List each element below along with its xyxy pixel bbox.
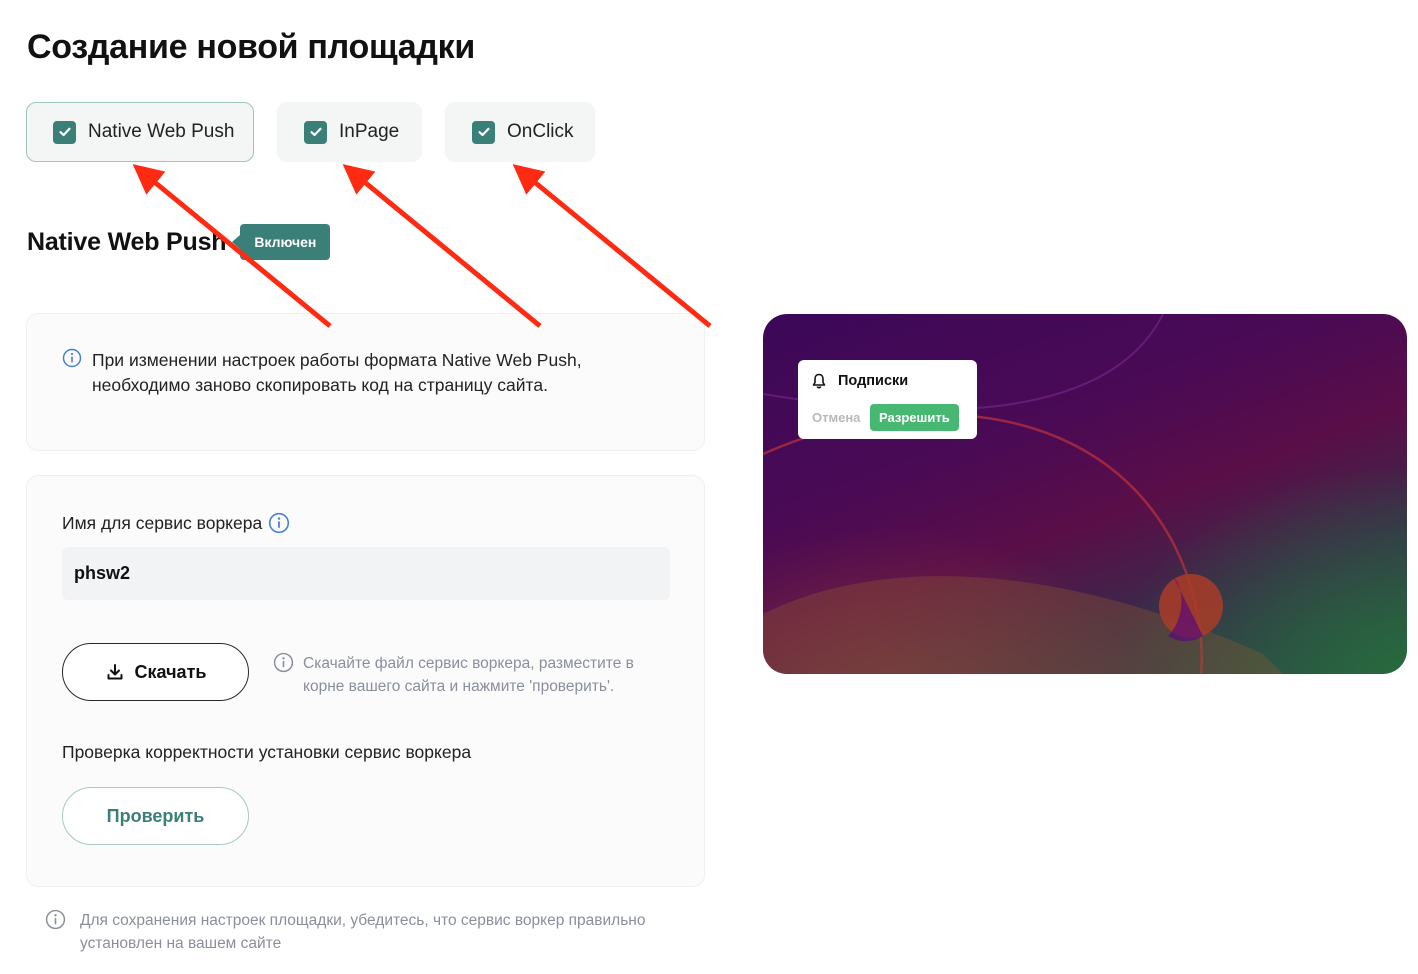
push-subscribe-popup: Подписки Отмена Разрешить	[798, 360, 977, 439]
annotation-arrow	[342, 164, 542, 328]
check-label: Проверка корректности установки сервис в…	[62, 742, 472, 762]
notice: При изменении настроек работы формата Na…	[62, 348, 652, 398]
section-title: Native Web Push	[27, 227, 227, 256]
bell-icon	[812, 373, 826, 389]
download-icon	[107, 664, 123, 680]
service-worker-name-label: Имя для сервис воркера	[62, 512, 290, 534]
format-tab-label: Native Web Push	[88, 121, 235, 142]
format-tab-label: InPage	[339, 121, 400, 142]
footer-note: Для сохранения настроек площадки, убедит…	[45, 909, 700, 955]
download-button-label: Скачать	[134, 661, 207, 682]
checkbox-checked-icon[interactable]	[472, 120, 495, 144]
footer-note-text: Для сохранения настроек площадки, убедит…	[80, 912, 646, 952]
info-icon	[45, 909, 66, 955]
download-hint-text: Скачайте файл сервис воркера, разместите…	[303, 655, 634, 695]
status-badge: Включен	[232, 224, 331, 260]
info-icon	[273, 652, 294, 698]
push-allow-button[interactable]: Разрешить	[870, 404, 959, 431]
notice-card: При изменении настроек работы формата Na…	[26, 313, 705, 451]
checkbox-checked-icon[interactable]	[53, 120, 76, 144]
service-worker-name-input[interactable]	[62, 547, 670, 600]
annotation-arrow	[512, 164, 712, 328]
section-heading: Native Web Push Включен	[27, 224, 331, 260]
format-tab-onclick[interactable]: OnClick	[445, 102, 595, 162]
push-popup-title: Подписки	[812, 373, 908, 389]
push-preview: Подписки Отмена Разрешить	[763, 314, 1407, 674]
push-cancel-button[interactable]: Отмена	[812, 410, 860, 425]
download-hint: Скачайте файл сервис воркера, разместите…	[273, 652, 663, 698]
service-worker-card: Имя для сервис воркера Скачать Скачайте …	[26, 475, 705, 887]
download-button[interactable]: Скачать	[62, 643, 249, 701]
check-button[interactable]: Проверить	[62, 787, 249, 845]
format-tab-native-web-push[interactable]: Native Web Push	[26, 102, 254, 162]
info-icon[interactable]	[268, 512, 290, 534]
field-label-text: Имя для сервис воркера	[62, 512, 263, 533]
push-popup-title-text: Подписки	[838, 373, 909, 389]
info-icon	[62, 348, 82, 398]
page-title: Создание новой площадки	[27, 28, 475, 66]
checkbox-checked-icon[interactable]	[304, 120, 327, 144]
format-tab-inpage[interactable]: InPage	[277, 102, 422, 162]
format-tab-label: OnClick	[507, 121, 574, 142]
notice-text: При изменении настроек работы формата Na…	[92, 350, 582, 395]
